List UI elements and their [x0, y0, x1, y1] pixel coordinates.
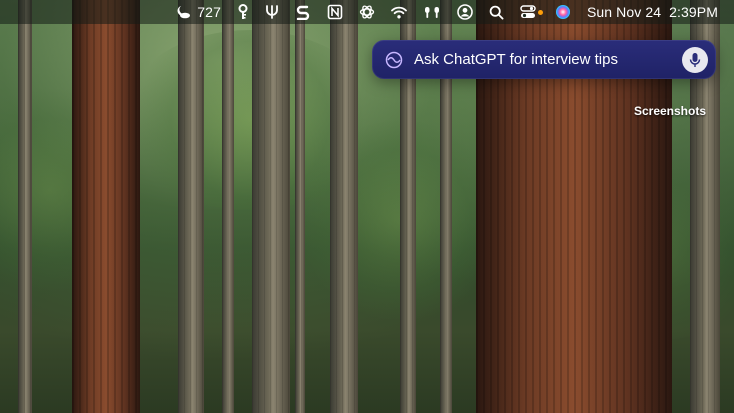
- weather-value: 727: [197, 4, 221, 20]
- menu-bar: 727 Sun Nov 24 2:39PM: [0, 0, 734, 24]
- tree-trunk: [295, 0, 305, 413]
- tree-trunk: [72, 0, 140, 413]
- key-icon[interactable]: [229, 0, 257, 24]
- script-icon[interactable]: [287, 0, 319, 24]
- chatgpt-prompt-bar[interactable]: Ask ChatGPT for interview tips: [372, 40, 716, 79]
- airpods-icon[interactable]: [415, 0, 449, 24]
- recording-indicator: [537, 9, 543, 15]
- openai-icon[interactable]: [351, 0, 383, 24]
- notion-icon[interactable]: [319, 0, 351, 24]
- fork-icon[interactable]: [257, 0, 287, 24]
- search-icon[interactable]: [481, 0, 512, 24]
- time-text: 2:39PM: [669, 4, 718, 20]
- tree-trunk: [178, 0, 204, 413]
- moon-cloud-icon: [175, 5, 191, 19]
- weather-widget[interactable]: 727: [167, 0, 229, 24]
- date-text: Sun Nov 24: [586, 4, 662, 20]
- tree-trunk: [330, 0, 358, 413]
- tree-trunk: [252, 0, 290, 413]
- microphone-icon[interactable]: [682, 46, 708, 73]
- clock[interactable]: Sun Nov 24 2:39PM: [579, 0, 734, 24]
- siri-icon[interactable]: [547, 0, 579, 24]
- control-center-icon[interactable]: [512, 0, 547, 24]
- chatgpt-logo-icon: [384, 50, 404, 70]
- tree-trunk: [222, 0, 234, 413]
- chatgpt-prompt-input[interactable]: Ask ChatGPT for interview tips: [414, 51, 682, 68]
- desktop-folder-screenshots[interactable]: Screenshots: [634, 104, 706, 118]
- tree-trunk: [18, 0, 32, 413]
- wifi-icon[interactable]: [383, 0, 415, 24]
- user-account-icon[interactable]: [449, 0, 481, 24]
